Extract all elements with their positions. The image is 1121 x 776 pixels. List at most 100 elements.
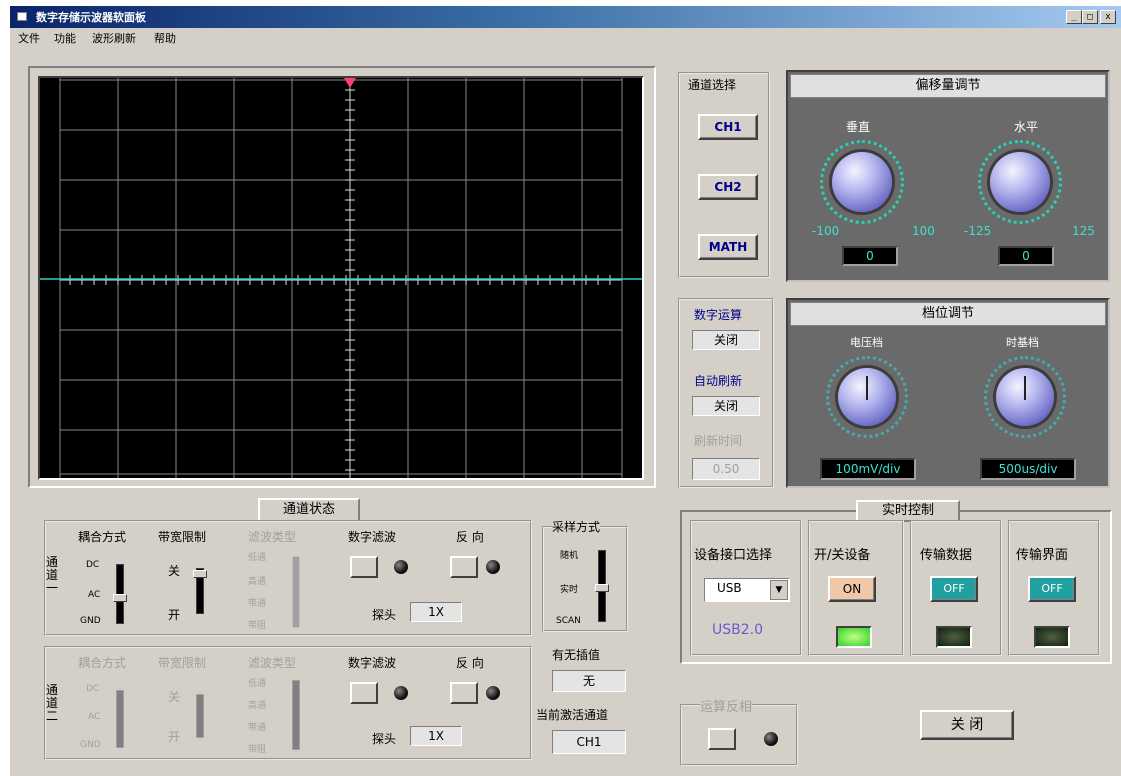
ch2-coupling-ac: AC: [88, 712, 101, 722]
port-label: 设备接口选择: [694, 548, 773, 563]
vertical-offset-knob[interactable]: [832, 152, 892, 212]
ch2-button[interactable]: CH2: [698, 174, 758, 200]
ch2-filter-type-label: 滤波类型: [248, 656, 297, 670]
ch2-filter-bandstop: 带阻: [248, 745, 267, 755]
refresh-time-input[interactable]: 0.50: [692, 458, 760, 480]
ch1-probe-label: 探头: [372, 608, 397, 622]
invert-calc-label: 运算反相: [700, 696, 753, 715]
port-select[interactable]: USB ▼: [704, 578, 790, 602]
active-channel-label: 当前激活通道: [536, 708, 609, 722]
ch1-coupling-ac: AC: [88, 590, 101, 600]
menu-waveform-refresh[interactable]: 波形刷新: [92, 30, 136, 46]
ch2-bw-on: 开: [168, 730, 181, 744]
ch1-invert-toggle[interactable]: [450, 556, 478, 578]
horizontal-label: 水平: [1014, 120, 1039, 134]
ch1-coupling-label: 耦合方式: [78, 530, 127, 544]
maximize-button[interactable]: □: [1082, 10, 1098, 24]
horizontal-offset-knob[interactable]: [990, 152, 1050, 212]
ch1-filter-bandpass: 带通: [248, 599, 267, 609]
sampling-slider[interactable]: [595, 584, 609, 592]
refresh-time-label: 刷新时间: [694, 434, 743, 448]
ch1-label: 通 道 一: [46, 555, 59, 595]
menu-function[interactable]: 功能: [54, 30, 76, 46]
invert-calc-toggle[interactable]: [708, 728, 736, 750]
window-title: 数字存储示波器软面板: [36, 11, 146, 24]
time-value: 500us/div: [980, 458, 1076, 480]
ui-label: 传输界面: [1016, 548, 1069, 563]
ch1-filter-bandstop: 带阻: [248, 621, 267, 631]
port-select-value: USB: [717, 581, 742, 595]
math-button[interactable]: MATH: [698, 234, 758, 260]
ch1-bw-on: 开: [168, 608, 181, 622]
ch1-probe-value[interactable]: 1X: [410, 602, 462, 622]
vertical-max-label: 100: [912, 224, 935, 238]
ch2-filter-highpass: 高通: [248, 701, 267, 711]
ch2-coupling-dc: DC: [86, 684, 100, 694]
vertical-offset-value: 0: [842, 246, 898, 266]
ch2-bw-label: 带宽限制: [158, 656, 207, 670]
ch2-digital-filter-label: 数字滤波: [348, 656, 397, 670]
ch1-coupling-slider[interactable]: [113, 594, 127, 602]
menu-help[interactable]: 帮助: [154, 30, 176, 46]
ch1-coupling-gnd: GND: [80, 616, 101, 626]
vertical-label: 垂直: [846, 120, 871, 134]
ch2-digital-filter-toggle[interactable]: [350, 682, 378, 704]
horizontal-min-label: -125: [964, 224, 992, 238]
ch2-coupling-label: 耦合方式: [78, 656, 127, 670]
ch1-button[interactable]: CH1: [698, 114, 758, 140]
menu-file[interactable]: 文件: [18, 30, 40, 46]
ch1-bw-label: 带宽限制: [158, 530, 207, 544]
data-led: [936, 626, 972, 648]
data-off-button[interactable]: OFF: [930, 576, 978, 602]
sampling-scan: SCAN: [556, 616, 581, 626]
chevron-down-icon[interactable]: ▼: [770, 580, 788, 600]
math-label: 数字运算: [694, 308, 743, 322]
title-bar: 数字存储示波器软面板 _ □ x: [10, 6, 1121, 28]
ch1-filter-type-label: 滤波类型: [248, 530, 297, 544]
sampling-random: 随机: [560, 551, 579, 561]
voltage-label: 电压档: [850, 336, 883, 349]
ch2-filter-track: [292, 680, 300, 750]
ch2-label: 通 道 二: [46, 683, 59, 723]
ch2-probe-label: 探头: [372, 732, 397, 746]
device-led: [836, 626, 872, 648]
close-window-button[interactable]: x: [1100, 10, 1116, 24]
ch1-bw-off: 关: [168, 564, 181, 578]
ui-off-button[interactable]: OFF: [1028, 576, 1076, 602]
math-value: 关闭: [692, 330, 760, 350]
interp-value: 无: [552, 670, 626, 692]
ch2-filter-bandpass: 带通: [248, 723, 267, 733]
auto-refresh-value[interactable]: 关闭: [692, 396, 760, 416]
time-knob[interactable]: [996, 368, 1054, 426]
range-title: 档位调节: [790, 302, 1106, 326]
time-label: 时基档: [1006, 336, 1039, 349]
ch1-invert-label: 反 向: [456, 530, 484, 544]
scope-screen: [38, 76, 644, 480]
menu-bar: 文件 功能 波形刷新 帮助: [10, 28, 1121, 46]
ch2-probe-value[interactable]: 1X: [410, 726, 462, 746]
ch1-digital-filter-led: [394, 560, 408, 574]
ch1-digital-filter-label: 数字滤波: [348, 530, 397, 544]
voltage-value: 100mV/div: [820, 458, 916, 480]
ch1-filter-lowpass: 低通: [248, 553, 267, 563]
ch1-digital-filter-toggle[interactable]: [350, 556, 378, 578]
ch2-invert-led: [486, 686, 500, 700]
sampling-title: 采样方式: [552, 518, 601, 535]
ch1-coupling-dc: DC: [86, 560, 100, 570]
device-on-button[interactable]: ON: [828, 576, 876, 602]
scope-grid: [40, 78, 642, 478]
vertical-min-label: -100: [812, 224, 840, 238]
voltage-knob[interactable]: [838, 368, 896, 426]
sampling-realtime: 实时: [560, 585, 579, 595]
channel-status-title: 通道状态: [258, 498, 360, 522]
close-button[interactable]: 关 闭: [920, 710, 1014, 740]
channel-select-title: 通道选择: [688, 76, 737, 93]
app-icon: [17, 12, 27, 21]
invert-calc-led: [764, 732, 778, 746]
ch2-coupling-track: [116, 690, 124, 748]
ch2-invert-toggle[interactable]: [450, 682, 478, 704]
ch1-filter-highpass: 高通: [248, 577, 267, 587]
minimize-button[interactable]: _: [1066, 10, 1082, 24]
ch1-invert-led: [486, 560, 500, 574]
ch1-bw-slider[interactable]: [193, 570, 207, 578]
